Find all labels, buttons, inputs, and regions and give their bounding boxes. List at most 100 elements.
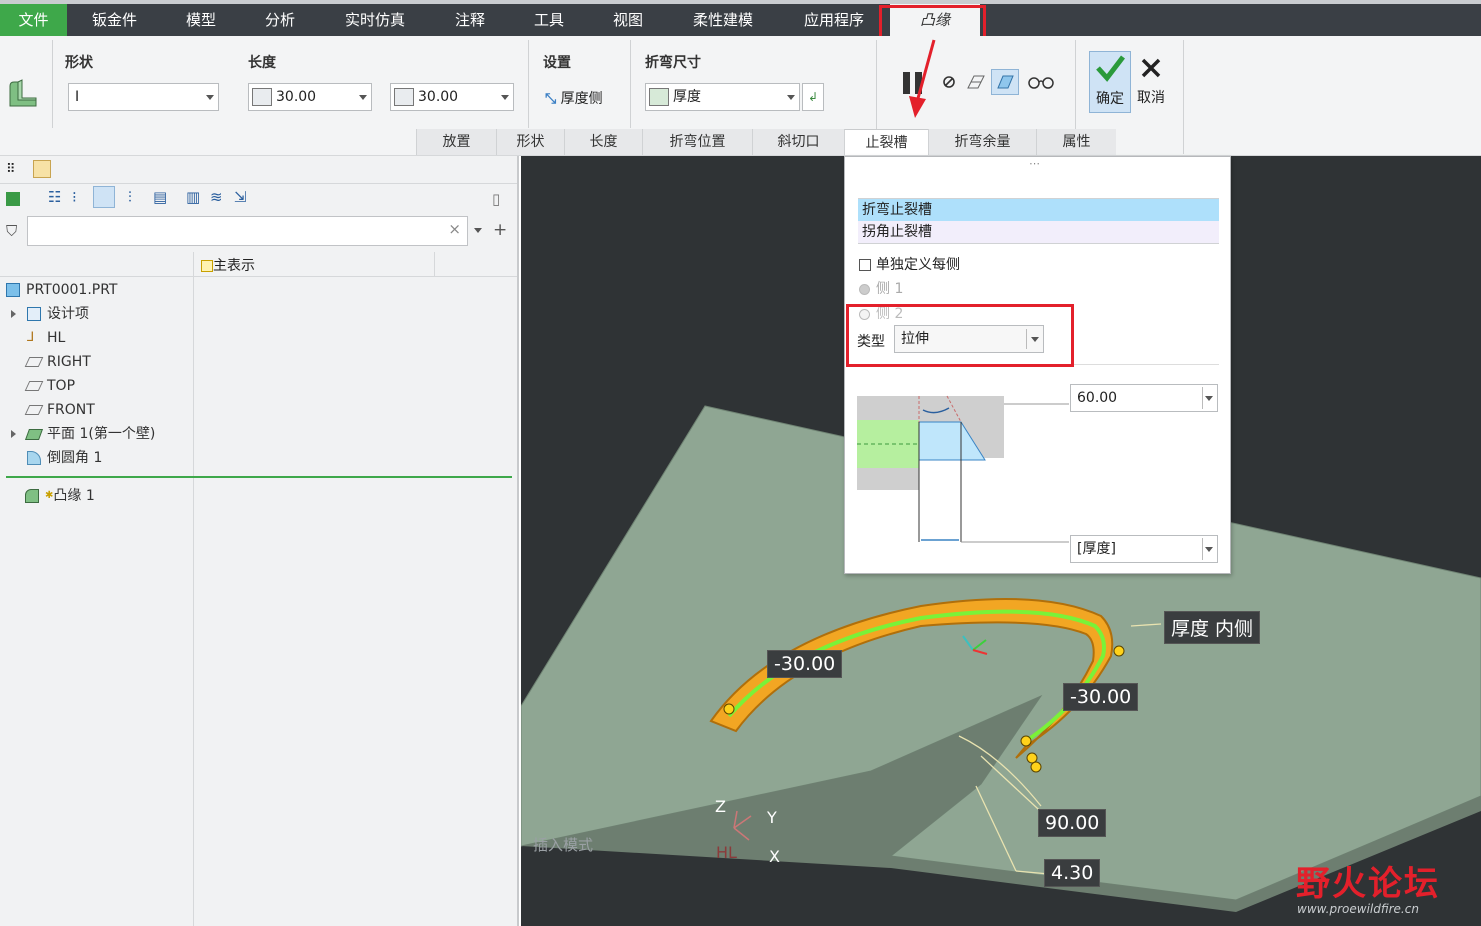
checkbox-box[interactable] bbox=[859, 259, 871, 271]
panel-grip[interactable]: ⋯ bbox=[1029, 157, 1040, 170]
notes-icon[interactable]: ▯ bbox=[492, 190, 500, 208]
tab-flexible-modeling[interactable]: 柔性建模 bbox=[668, 4, 778, 36]
drag-handle bbox=[1113, 645, 1125, 657]
bend-dimension-dropdown[interactable]: 厚度 bbox=[645, 83, 800, 111]
length-dim-tag-2[interactable]: -30.00 bbox=[1063, 683, 1139, 711]
define-each-side-checkbox[interactable]: 单独定义每侧 bbox=[859, 254, 960, 274]
layers-tab-icon[interactable] bbox=[33, 160, 51, 178]
tree-view-icon[interactable]: ▥ bbox=[186, 188, 200, 206]
separator bbox=[52, 40, 53, 128]
tree-toolbar: ☷ ⁝ ⫶ ▤ ▥ ≋ ⇲ ▯ bbox=[0, 184, 517, 214]
subtab-placement[interactable]: 放置 bbox=[416, 129, 496, 155]
rep-icon bbox=[201, 260, 213, 272]
tree-item-front[interactable]: FRONT bbox=[0, 398, 95, 422]
layer-icon[interactable]: ≋ bbox=[210, 188, 223, 206]
tab-view[interactable]: 视图 bbox=[588, 4, 668, 36]
divider bbox=[1202, 387, 1203, 409]
tree-item-label: 凸缘 1 bbox=[53, 488, 95, 504]
insert-here-line[interactable] bbox=[6, 476, 512, 478]
separator bbox=[1183, 40, 1184, 154]
menu-bar: 文件 钣金件 模型 分析 实时仿真 注释 工具 视图 柔性建模 应用程序 凸缘 bbox=[0, 0, 1481, 36]
shape-dropdown[interactable]: I bbox=[68, 83, 219, 111]
tree-filter-icon[interactable]: ⁝ bbox=[72, 188, 77, 206]
tree-item-right[interactable]: RIGHT bbox=[0, 350, 91, 374]
tree-item-design-items[interactable]: 设计项 bbox=[0, 302, 190, 326]
subtab-miter-cuts[interactable]: 斜切口 bbox=[752, 129, 844, 155]
ok-label: 确定 bbox=[1096, 91, 1124, 107]
relief-list-item-bend[interactable]: 折弯止裂槽 bbox=[858, 199, 1219, 221]
tab-applications[interactable]: 应用程序 bbox=[778, 4, 890, 36]
solid-preview-icon[interactable] bbox=[991, 69, 1019, 95]
watermark-logo: 野火论坛 bbox=[1296, 864, 1440, 904]
datum-plane-icon bbox=[24, 357, 44, 367]
relief-angle-dropdown[interactable]: 60.00 bbox=[1070, 384, 1218, 412]
planar-wall-icon bbox=[24, 428, 44, 440]
show-columns-icon[interactable] bbox=[93, 186, 115, 208]
length-end-icon bbox=[252, 88, 272, 106]
chevron-down-icon bbox=[501, 95, 509, 100]
tree-item-round[interactable]: 倒圆角 1 bbox=[0, 446, 102, 470]
ok-button[interactable]: 确定 bbox=[1089, 51, 1131, 113]
tree-item-part[interactable]: PRT0001.PRT bbox=[6, 278, 118, 302]
bend-side-toggle[interactable]: ↲ bbox=[802, 83, 824, 111]
thickness-side-tag[interactable]: 厚度 内侧 bbox=[1164, 611, 1261, 644]
expand-icon[interactable] bbox=[11, 310, 16, 318]
tree-sort-icon[interactable]: ⫶ bbox=[128, 188, 132, 206]
subtab-properties[interactable]: 属性 bbox=[1036, 129, 1116, 155]
add-icon[interactable]: + bbox=[493, 220, 507, 240]
tree-item-planar-wall[interactable]: 平面 1(第一个壁) bbox=[0, 422, 155, 446]
length-end2-dropdown[interactable]: 30.00 bbox=[390, 83, 514, 111]
side1-label: 侧 1 bbox=[876, 281, 904, 297]
tab-tools[interactable]: 工具 bbox=[510, 4, 588, 36]
relief-width-dropdown[interactable]: [厚度] bbox=[1070, 535, 1218, 563]
clear-icon[interactable]: × bbox=[448, 220, 461, 238]
tree-search-input[interactable]: × bbox=[27, 216, 468, 246]
length-end1-dropdown[interactable]: 30.00 bbox=[248, 83, 372, 111]
glasses-icon[interactable] bbox=[1027, 74, 1055, 94]
cancel-button[interactable]: 取消 bbox=[1133, 51, 1169, 113]
tab-realtime-sim[interactable]: 实时仿真 bbox=[320, 4, 430, 36]
settings-icon[interactable] bbox=[6, 192, 20, 206]
subtab-bend-allowance[interactable]: 折弯余量 bbox=[928, 129, 1036, 155]
thickness-side-button[interactable]: ⤡ 厚度侧 bbox=[545, 88, 603, 108]
subtab-bend-position[interactable]: 折弯位置 bbox=[642, 129, 752, 155]
tab-annotate[interactable]: 注释 bbox=[430, 4, 510, 36]
thickness-side-label: 厚度侧 bbox=[560, 91, 603, 107]
tree-columns-icon[interactable]: ☷ bbox=[48, 188, 61, 206]
axis-y-label: Y bbox=[767, 808, 777, 827]
subtab-relief[interactable]: 止裂槽 bbox=[844, 129, 928, 155]
tree-item-label: 设计项 bbox=[47, 306, 89, 322]
divider bbox=[1202, 538, 1203, 560]
find-icon[interactable]: ⇲ bbox=[234, 188, 247, 206]
tab-analysis[interactable]: 分析 bbox=[240, 4, 320, 36]
tree-tools-icon[interactable]: ▤ bbox=[153, 188, 167, 206]
radius-dim-tag[interactable]: 4.30 bbox=[1044, 859, 1101, 887]
axis-z-label: Z bbox=[715, 797, 726, 816]
radio-selected-icon bbox=[859, 283, 870, 295]
column-divider bbox=[193, 252, 194, 926]
angle-dim-tag[interactable]: 90.00 bbox=[1038, 809, 1107, 837]
model-tree-tab-icon[interactable]: ⠿ bbox=[6, 162, 16, 177]
close-icon bbox=[1141, 58, 1161, 78]
subtab-length[interactable]: 长度 bbox=[564, 129, 642, 155]
tree-item-top[interactable]: TOP bbox=[0, 374, 75, 398]
column-master-rep[interactable]: 主表示 bbox=[201, 255, 255, 275]
checkbox-label: 单独定义每侧 bbox=[876, 257, 960, 273]
tree-item-flange[interactable]: ✱凸缘 1 bbox=[0, 484, 95, 508]
tab-model[interactable]: 模型 bbox=[162, 4, 240, 36]
subtab-shape[interactable]: 形状 bbox=[496, 129, 564, 155]
relief-list-item-corner[interactable]: 拐角止裂槽 bbox=[858, 221, 1219, 243]
relief-width-value: [厚度] bbox=[1077, 541, 1116, 557]
tree-item-hl[interactable]: ⅃ HL bbox=[0, 326, 65, 350]
length-end-icon bbox=[394, 88, 414, 106]
tab-file[interactable]: 文件 bbox=[0, 4, 67, 36]
chevron-down-icon[interactable] bbox=[474, 228, 482, 233]
mesh-preview-icon[interactable] bbox=[966, 72, 986, 96]
length-dim-tag[interactable]: -30.00 bbox=[767, 650, 843, 678]
tree-item-label: TOP bbox=[47, 378, 76, 394]
chevron-down-icon bbox=[206, 95, 214, 100]
tab-sheetmetal[interactable]: 钣金件 bbox=[67, 4, 162, 36]
round-icon bbox=[27, 451, 41, 465]
expand-icon[interactable] bbox=[11, 430, 16, 438]
side1-radio[interactable]: 侧 1 bbox=[859, 278, 903, 298]
